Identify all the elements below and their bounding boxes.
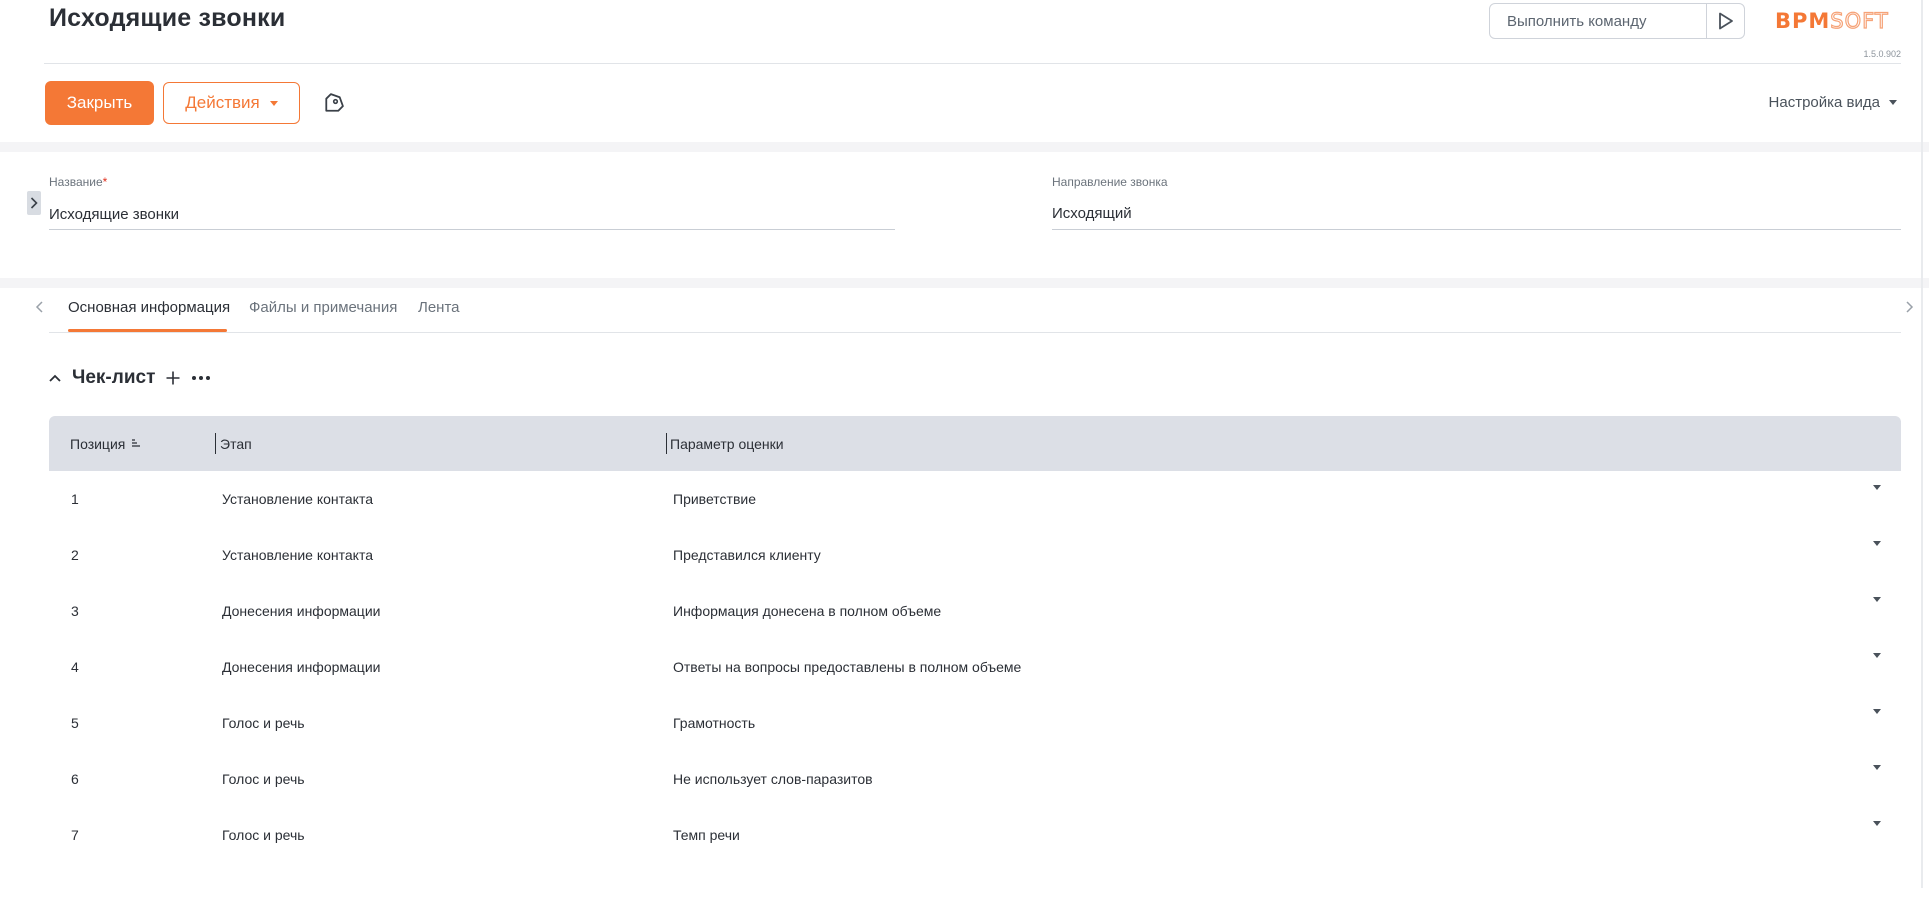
name-label-text: Название [49, 175, 103, 189]
cell-parameter: Темп речи [673, 827, 740, 843]
column-header-label: Позиция [70, 435, 126, 452]
cell-parameter: Не использует слов-паразитов [673, 771, 873, 787]
cell-position: 2 [71, 547, 79, 563]
cell-stage: Установление контакта [222, 547, 373, 563]
cell-stage: Установление контакта [222, 491, 373, 507]
logo-bpm: BPM [1775, 9, 1831, 33]
cell-position: 7 [71, 827, 79, 843]
checklist-grid: Позиция Этап Параметр оценки 1 Установле… [49, 416, 1901, 863]
view-settings-menu[interactable]: Настройка вида [1769, 94, 1897, 111]
cell-parameter: Ответы на вопросы предоставлены в полном… [673, 659, 1022, 675]
caret-down-icon[interactable] [1873, 821, 1881, 827]
name-field-label: Название* [49, 175, 107, 189]
actions-button[interactable]: Действия [163, 82, 300, 124]
column-header-label: Этап [220, 435, 252, 452]
checklist-title: Чек-лист [72, 367, 156, 388]
run-command-button[interactable] [1706, 4, 1744, 38]
table-row[interactable]: 3 Донесения информации Информация донесе… [49, 583, 1901, 639]
tabs-divider [49, 332, 1901, 333]
plus-icon [166, 371, 180, 385]
table-row[interactable]: 2 Установление контакта Представился кли… [49, 527, 1901, 583]
tag-icon[interactable] [321, 92, 345, 116]
form-card [29, 152, 1929, 278]
play-outline-icon [1718, 12, 1733, 30]
column-resize-handle[interactable] [215, 433, 216, 454]
checklist-more-button[interactable] [191, 375, 211, 381]
side-panel-toggle[interactable] [27, 191, 41, 215]
column-header-position[interactable]: Позиция [70, 416, 142, 471]
column-header-parameter[interactable]: Параметр оценки [670, 416, 784, 471]
cell-stage: Голос и речь [222, 771, 305, 787]
name-field-underline [49, 229, 895, 230]
close-button[interactable]: Закрыть [45, 81, 154, 125]
cell-position: 6 [71, 771, 79, 787]
version-label: 1.5.0.902 [1863, 49, 1901, 59]
caret-down-icon [269, 100, 278, 106]
command-box [1489, 3, 1745, 39]
tab-feed[interactable]: Лента [418, 299, 460, 316]
chevron-up-icon [49, 374, 61, 382]
cell-parameter: Приветствие [673, 491, 756, 507]
section-gap [0, 142, 1929, 152]
tabs-scroll-left-icon[interactable] [33, 300, 47, 314]
caret-down-icon[interactable] [1873, 597, 1881, 603]
required-mark: * [102, 175, 108, 189]
cell-parameter: Грамотность [673, 715, 756, 731]
checklist-header: Чек-лист [48, 367, 211, 389]
table-row[interactable]: 6 Голос и речь Не использует слов-парази… [49, 751, 1901, 807]
sort-ascending-icon [132, 439, 141, 447]
grid-header: Позиция Этап Параметр оценки [49, 416, 1901, 471]
caret-down-icon[interactable] [1873, 485, 1881, 491]
collapse-section-button[interactable] [48, 373, 62, 383]
column-header-label: Параметр оценки [670, 435, 784, 452]
view-settings-label: Настройка вида [1768, 94, 1880, 111]
column-header-stage[interactable]: Этап [220, 416, 252, 471]
cell-position: 5 [71, 715, 79, 731]
bpmsoft-logo: BPMSOFT [1775, 8, 1889, 33]
cell-stage: Голос и речь [222, 827, 305, 843]
cell-position: 1 [71, 491, 79, 507]
page-scrollbar[interactable] [1921, 0, 1923, 888]
page-title: Исходящие звонки [49, 4, 286, 32]
column-resize-handle[interactable] [666, 433, 667, 454]
caret-down-icon[interactable] [1873, 653, 1881, 659]
chevron-right-icon [30, 197, 38, 209]
add-checklist-item-button[interactable] [165, 370, 181, 386]
caret-down-icon[interactable] [1873, 709, 1881, 715]
direction-field[interactable]: Исходящий [1052, 205, 1132, 222]
caret-down-icon [1889, 100, 1897, 105]
tab-files-notes[interactable]: Файлы и примечания [249, 299, 397, 316]
cell-parameter: Представился клиенту [673, 547, 821, 563]
cell-position: 4 [71, 659, 79, 675]
caret-down-icon[interactable] [1873, 541, 1881, 547]
cell-position: 3 [71, 603, 79, 619]
table-row[interactable]: 5 Голос и речь Грамотность [49, 695, 1901, 751]
direction-field-underline [1052, 229, 1901, 230]
table-row[interactable]: 4 Донесения информации Ответы на вопросы… [49, 639, 1901, 695]
cell-stage: Донесения информации [222, 603, 381, 619]
table-row[interactable]: 1 Установление контакта Приветствие [49, 471, 1901, 527]
cell-parameter: Информация донесена в полном объеме [673, 603, 942, 619]
command-input[interactable] [1490, 4, 1706, 38]
cell-stage: Голос и речь [222, 715, 305, 731]
logo-soft: SOFT [1830, 8, 1889, 33]
name-field[interactable]: Исходящие звонки [49, 206, 179, 223]
direction-field-label: Направление звонка [1052, 175, 1168, 189]
more-horizontal-icon [192, 376, 211, 380]
header-divider [44, 63, 1901, 64]
page: Исходящие звонки BPMSOFT 1.5.0.902 Закры… [0, 0, 1929, 900]
caret-down-icon[interactable] [1873, 765, 1881, 771]
cell-stage: Донесения информации [222, 659, 381, 675]
tab-main-info[interactable]: Основная информация [68, 299, 230, 316]
section-gap [0, 278, 1929, 288]
table-row[interactable]: 7 Голос и речь Темп речи [49, 807, 1901, 863]
actions-button-label: Действия [185, 93, 260, 112]
tabs-scroll-right-icon[interactable] [1902, 300, 1916, 314]
